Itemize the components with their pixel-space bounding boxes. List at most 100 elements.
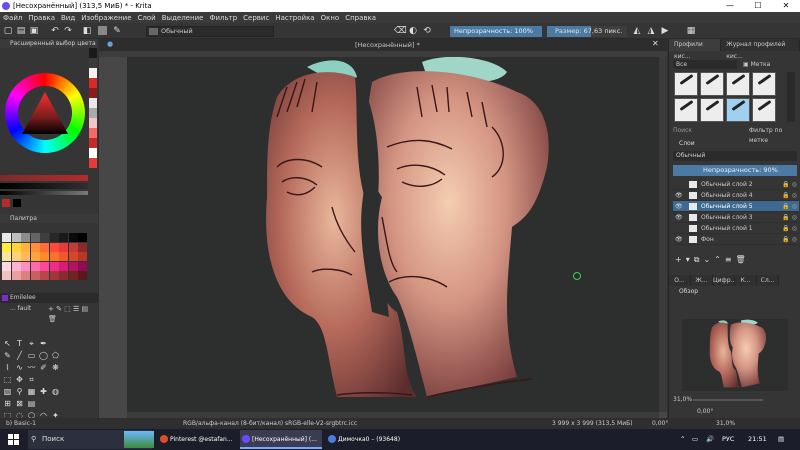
layer-row-selected[interactable]: 👁 Обычный слой 5 🔒 ◎ [673, 201, 799, 212]
gradient-icon[interactable]: ◧ [82, 26, 92, 36]
layer-row[interactable]: 👁 Фон 🔒 ◎ [673, 234, 799, 245]
fill-tool-icon[interactable]: ◍ [50, 386, 61, 397]
select-shapes-tool-icon[interactable]: ↖ [2, 338, 13, 349]
layer-blend-select[interactable]: Обычный [673, 151, 797, 161]
visibility-eye-icon[interactable]: 👁 [675, 201, 683, 212]
undo-icon[interactable]: ↶ [50, 26, 60, 36]
transform-tool-icon[interactable]: ⬚ [2, 374, 13, 385]
hue-ring[interactable] [5, 73, 85, 153]
visibility-eye-icon[interactable]: 👁 [675, 212, 683, 223]
background-color-swatch[interactable] [13, 199, 21, 207]
tab-bottom-2[interactable]: Ж... [691, 275, 713, 286]
polygon-tool-icon[interactable]: ⬠ [50, 350, 61, 361]
mirror-vertical-icon[interactable]: ◮ [646, 26, 656, 36]
brush-preset[interactable] [674, 98, 698, 122]
document-tab[interactable]: [Несохранённый] * [355, 41, 420, 49]
size-slider[interactable]: Размер: 67,63 пикс. [547, 26, 627, 37]
menu-file[interactable]: Файл [3, 14, 22, 22]
layer-row[interactable]: Обычный слой 1 🔒 ◎ [673, 223, 799, 234]
tray-clock[interactable]: 21:51 [748, 429, 767, 450]
assistant-tool-icon[interactable]: ⊞ [2, 398, 13, 409]
tab-bottom-3[interactable]: Цифр... [713, 275, 736, 286]
blend-mode-select[interactable]: Обычный [146, 26, 274, 37]
rotation-value[interactable]: 0,00° [697, 407, 713, 417]
menu-view[interactable]: Вид [61, 14, 75, 22]
pattern-swatch[interactable] [98, 26, 107, 35]
menu-edit[interactable]: Правка [28, 14, 55, 22]
weather-widget-icon[interactable] [124, 431, 154, 448]
measure-tool-icon[interactable]: ⊠ [14, 398, 25, 409]
tab-bottom-5[interactable]: Сл... [757, 275, 779, 286]
layer-row[interactable]: 👁 Обычный слой 4 🔒 ◎ [673, 190, 799, 201]
brush-preset[interactable] [700, 72, 724, 96]
menu-filter[interactable]: Фильтр [209, 14, 237, 22]
color-sliders[interactable] [0, 173, 98, 197]
gradient-tool-icon[interactable]: ▧ [2, 386, 13, 397]
add-layer-icon[interactable]: + [675, 255, 682, 267]
close-tab-button[interactable]: ✕ [652, 39, 659, 48]
text-tool-icon[interactable]: T [14, 338, 25, 349]
taskbar-app-chat[interactable]: Димочка0 – (93648) [326, 430, 410, 449]
ellipse-tool-icon[interactable]: ◯ [38, 350, 49, 361]
mirror-horizontal-icon[interactable]: ◭ [632, 26, 642, 36]
notifications-icon[interactable]: ▤ [778, 429, 784, 450]
windows-start-icon[interactable] [8, 434, 19, 445]
status-zoom[interactable]: 31,0% [716, 418, 735, 429]
workspace-icon[interactable]: ▦ [686, 26, 696, 36]
maximize-button[interactable]: ☐ [744, 0, 772, 12]
save-icon[interactable]: ▣ [29, 26, 39, 36]
play-icon[interactable]: ▶ [660, 26, 670, 36]
multibrush-tool-icon[interactable]: ❋ [50, 362, 61, 373]
overview-rotation-row[interactable]: 0,00° [673, 407, 797, 417]
zoom-slider[interactable] [693, 399, 763, 401]
artwork-canvas[interactable] [127, 56, 659, 412]
redo-icon[interactable]: ↷ [63, 26, 73, 36]
tab-brush-presets[interactable]: Профили кис... [669, 39, 722, 60]
tray-network-icon[interactable]: ▭ [692, 429, 698, 450]
opacity-slider[interactable]: Непрозрачность: 100% [450, 26, 542, 37]
taskbar-app-krita[interactable]: [Несохранённый] (... [240, 430, 322, 449]
layer-properties-icon[interactable]: ≡ [725, 255, 732, 267]
reload-preset-icon[interactable]: ⟲ [422, 26, 432, 36]
brush-presets-grid[interactable] [674, 72, 784, 122]
alpha-lock-icon[interactable]: ◐ [408, 26, 418, 36]
brush-filter-select[interactable]: Все [673, 60, 737, 69]
layer-lock-icon[interactable]: 🔒 ◎ [782, 223, 797, 234]
brush-preset-icon[interactable]: ✎ [112, 26, 122, 36]
menu-select[interactable]: Выделение [162, 14, 204, 22]
open-document-icon[interactable]: ▤ [16, 26, 26, 36]
layer-row[interactable]: Обычный слой 2 🔒 ◎ [673, 179, 799, 190]
vertical-scrollbar[interactable] [659, 57, 667, 412]
close-button[interactable]: ✕ [772, 0, 800, 12]
move-down-icon[interactable]: ⌄ [703, 255, 710, 267]
rectangle-tool-icon[interactable]: ▭ [26, 350, 37, 361]
taskbar-app-pinterest[interactable]: Pinterest @estafan... [158, 430, 236, 449]
brush-preset[interactable] [700, 98, 724, 122]
brush-preset[interactable] [752, 72, 776, 96]
menu-window[interactable]: Окно [321, 14, 340, 22]
visibility-eye-icon[interactable]: 👁 [675, 234, 683, 245]
layer-row[interactable]: 👁 Обычный слой 3 🔒 ◎ [673, 212, 799, 223]
canvas-area[interactable] [99, 51, 667, 418]
line-tool-icon[interactable]: ╱ [14, 350, 25, 361]
palette-actions-icons[interactable]: + ✎ ⬚ ☰ ▤ 🗑 [48, 304, 98, 324]
freehand-path-tool-icon[interactable]: 〰 [26, 362, 37, 373]
saturation-value-triangle[interactable] [22, 92, 68, 134]
reference-tool-icon[interactable]: ▤ [26, 398, 37, 409]
layer-lock-icon[interactable]: 🔒 ◎ [782, 201, 797, 212]
tab-brush-history[interactable]: Журнал профилей кис... [721, 39, 800, 60]
brush-preset[interactable] [674, 72, 698, 96]
move-up-icon[interactable]: ⌃ [714, 255, 721, 267]
eraser-icon[interactable]: ⌫ [394, 26, 407, 36]
delete-layer-icon[interactable]: 🗑 [736, 255, 746, 267]
brush-list-scrollbar[interactable] [787, 72, 795, 122]
layer-opacity-slider[interactable]: Непрозрачность: 90% [673, 165, 797, 176]
layer-lock-icon[interactable]: 🔒 ◎ [782, 190, 797, 201]
overview-thumbnail[interactable] [682, 319, 788, 391]
layer-lock-icon[interactable]: 🔒 ◎ [782, 234, 797, 245]
menu-layer[interactable]: Слой [138, 14, 156, 22]
tray-volume-icon[interactable]: 🔊 [706, 429, 714, 450]
color-picker-tool-icon[interactable]: ⚲ [14, 386, 25, 397]
tray-up-arrow-icon[interactable]: ⌃ [680, 429, 685, 450]
freehand-brush-tool-icon[interactable]: ✎ [2, 350, 13, 361]
